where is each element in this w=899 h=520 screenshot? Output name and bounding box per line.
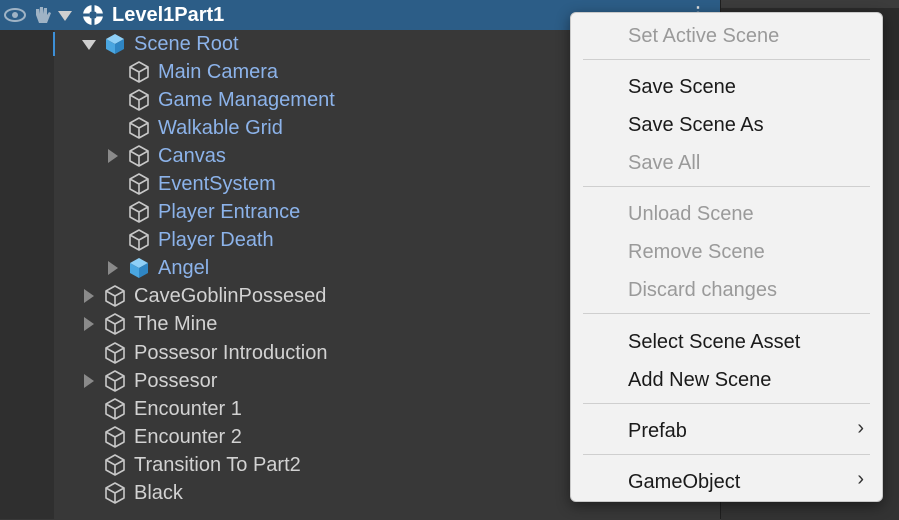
gameobject-cube-icon	[103, 341, 127, 365]
menu-item-save-all[interactable]: Save All	[628, 146, 868, 180]
scene-context-menu: Set Active Scene Save Scene Save Scene A…	[570, 12, 883, 502]
hierarchy-item-label: EventSystem	[158, 173, 276, 195]
unity-scene-icon	[81, 3, 105, 27]
prefab-cube-icon	[103, 32, 127, 56]
gameobject-cube-icon	[103, 369, 127, 393]
inspector-toolbar	[721, 0, 899, 8]
menu-separator	[583, 186, 870, 187]
menu-item-remove-scene[interactable]: Remove Scene	[628, 235, 868, 269]
submenu-chevron-icon: ›	[857, 417, 864, 439]
hierarchy-item-label: Possesor Introduction	[134, 342, 328, 364]
hierarchy-item-label: The Mine	[134, 313, 218, 335]
expand-arrow-icon[interactable]	[84, 289, 94, 303]
pickable-hand-icon[interactable]	[30, 3, 54, 27]
gameobject-cube-icon	[127, 172, 151, 196]
hierarchy-item-label: Transition To Part2	[134, 454, 301, 476]
hierarchy-item-label: Encounter 2	[134, 426, 242, 448]
hierarchy-item-label: Walkable Grid	[158, 117, 283, 139]
hierarchy-item-label: Angel	[158, 257, 210, 279]
menu-separator	[583, 59, 870, 60]
hierarchy-item-label: Game Management	[158, 89, 335, 111]
scene-collapse-arrow-icon[interactable]	[58, 11, 72, 21]
gameobject-cube-icon	[103, 284, 127, 308]
menu-item-discard-changes[interactable]: Discard changes	[628, 273, 868, 307]
hierarchy-item-label: Player Death	[158, 229, 274, 251]
submenu-chevron-icon: ›	[857, 468, 864, 490]
menu-item-add-new-scene[interactable]: Add New Scene	[628, 363, 868, 397]
gameobject-cube-icon	[127, 200, 151, 224]
visibility-eye-icon[interactable]	[3, 3, 27, 27]
menu-separator	[583, 313, 870, 314]
menu-item-save-scene-as[interactable]: Save Scene As	[628, 108, 868, 142]
menu-item-gameobject[interactable]: GameObject	[628, 465, 868, 499]
prefab-cube-icon	[127, 256, 151, 280]
gameobject-cube-icon	[103, 481, 127, 505]
expand-arrow-icon[interactable]	[108, 149, 118, 163]
expand-arrow-icon[interactable]	[108, 261, 118, 275]
scene-name: Level1Part1	[112, 4, 225, 26]
hierarchy-item-label: Possesor	[134, 370, 218, 392]
menu-item-unload-scene[interactable]: Unload Scene	[628, 197, 868, 231]
hierarchy-item-label: Black	[134, 482, 183, 504]
menu-separator	[583, 403, 870, 404]
gameobject-cube-icon	[127, 88, 151, 112]
menu-item-set-active-scene[interactable]: Set Active Scene	[628, 19, 868, 53]
menu-separator	[583, 454, 870, 455]
gameobject-cube-icon	[127, 228, 151, 252]
gameobject-cube-icon	[127, 116, 151, 140]
expand-arrow-icon[interactable]	[84, 317, 94, 331]
gameobject-cube-icon	[103, 453, 127, 477]
gameobject-cube-icon	[103, 397, 127, 421]
hierarchy-item-label: Player Entrance	[158, 201, 301, 223]
menu-item-prefab[interactable]: Prefab	[628, 414, 868, 448]
collapse-arrow-icon[interactable]	[82, 40, 96, 50]
menu-item-select-scene-asset[interactable]: Select Scene Asset	[628, 325, 868, 359]
hierarchy-item-label: Scene Root	[134, 33, 239, 55]
hierarchy-item-label: Encounter 1	[134, 398, 242, 420]
hierarchy-item-label: CaveGoblinPossesed	[134, 285, 327, 307]
hierarchy-item-label: Canvas	[158, 145, 226, 167]
gameobject-cube-icon	[103, 312, 127, 336]
gameobject-cube-icon	[127, 60, 151, 84]
gameobject-cube-icon	[127, 144, 151, 168]
gameobject-cube-icon	[103, 425, 127, 449]
menu-item-save-scene[interactable]: Save Scene	[628, 70, 868, 104]
expand-arrow-icon[interactable]	[84, 374, 94, 388]
hierarchy-item-label: Main Camera	[158, 61, 279, 83]
